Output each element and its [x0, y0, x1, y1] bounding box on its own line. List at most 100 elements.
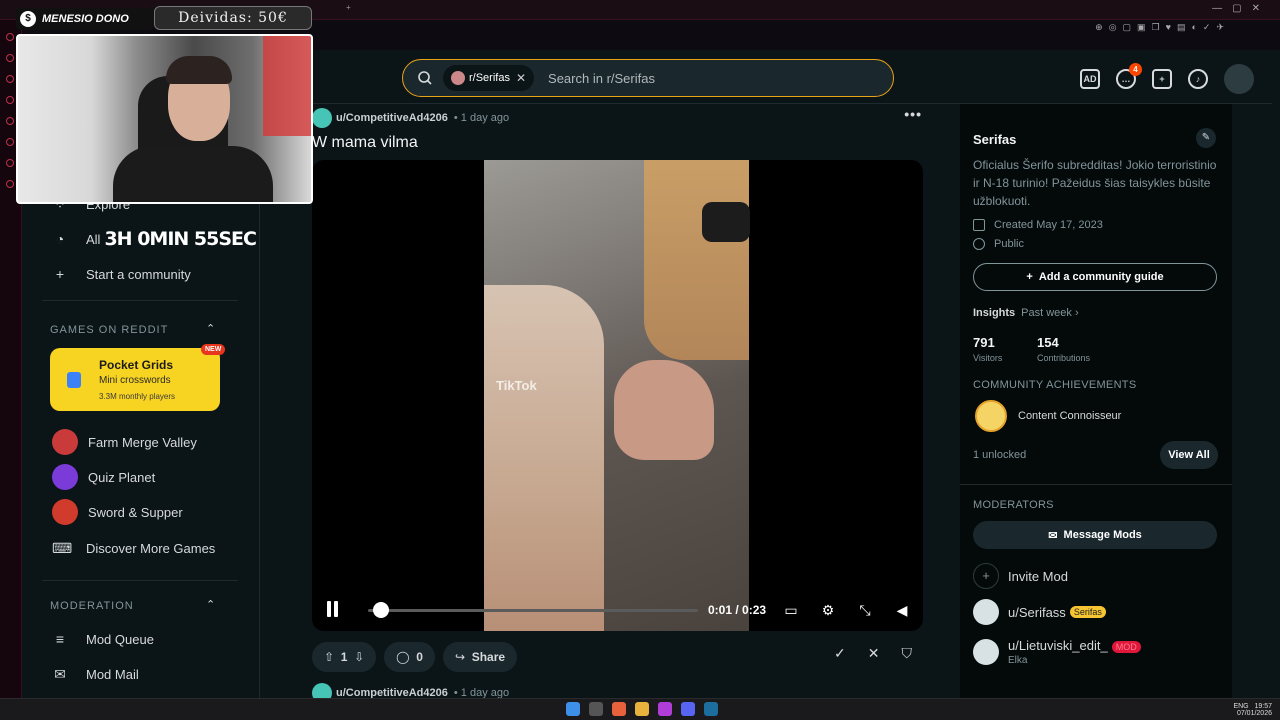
browser-icon[interactable] — [612, 702, 626, 716]
share-icon: ↪ — [454, 650, 466, 664]
community-name: Serifas — [973, 132, 1017, 147]
discord-icon[interactable] — [681, 702, 695, 716]
all-label: All — [86, 231, 101, 247]
volume-icon[interactable]: ◀ — [893, 601, 911, 619]
obs-icon[interactable] — [658, 702, 672, 716]
comments-button[interactable]: ◯ 0 — [384, 642, 435, 672]
visitors-stat: 791 Visitors — [973, 335, 1002, 363]
pocket-grids-card[interactable]: Pocket Grids Mini crosswords 3.3M monthl… — [50, 344, 226, 411]
sidebar-item-start-community[interactable]: + Start a community — [52, 266, 191, 282]
moderation-heading: MODERATION — [50, 600, 134, 612]
divider — [42, 580, 238, 581]
community-filter-chip[interactable]: r/Serifas ✕ — [443, 65, 535, 91]
taskbar-apps — [566, 702, 718, 716]
video-time: 0:01 / 0:23 — [708, 603, 767, 617]
remove-icon[interactable]: ✕ — [868, 645, 880, 662]
video-player[interactable]: TikTok 0:01 / 0:23 ▭ ⚙ ⤡ ◀ — [312, 160, 923, 631]
shield-icon[interactable]: ⛉ — [902, 645, 913, 662]
approve-icon[interactable]: ✓ — [834, 645, 846, 662]
start-community-label: Start a community — [86, 266, 191, 282]
games-heading: GAMES ON REDDIT — [50, 324, 169, 336]
post-meta: u/CompetitiveAd4206 • 1 day ago — [312, 108, 509, 128]
game-item[interactable]: Quiz Planet — [52, 464, 155, 490]
downvote-icon[interactable]: ⇩ — [354, 650, 364, 664]
community-avatar — [451, 71, 465, 85]
video-content — [614, 360, 714, 460]
windows-start-icon[interactable] — [566, 702, 580, 716]
user-avatar[interactable] — [1224, 64, 1254, 94]
vote-buttons[interactable]: ⇧ 1 ⇩ — [312, 642, 377, 672]
add-community-guide-button[interactable]: + Add a community guide — [973, 263, 1217, 291]
invite-mod-label: Invite Mod — [1008, 568, 1068, 584]
created-label: Created May 17, 2023 — [994, 219, 1103, 231]
progress-track[interactable] — [368, 609, 698, 612]
sidebar-item-all[interactable]: ◔ All 3H 0MIN 55SEC — [52, 228, 257, 250]
author-avatar[interactable] — [312, 108, 332, 128]
search-bar[interactable]: r/Serifas ✕ Search in r/Serifas — [402, 59, 894, 97]
steam-icon[interactable] — [704, 702, 718, 716]
settings-gear-icon[interactable]: ⚙ — [819, 601, 837, 619]
visitors-value: 791 — [973, 335, 995, 350]
share-button[interactable]: ↪ Share — [442, 642, 518, 672]
progress-knob[interactable] — [373, 602, 390, 618]
stream-timer: 3H 0MIN 55SEC — [104, 228, 256, 250]
view-all-button[interactable]: View All — [1160, 441, 1218, 469]
mod-info: u/Lietuviski_edit_ MOD Elka — [1008, 638, 1141, 666]
sidebar-item-mod-queue[interactable]: ≡ Mod Queue — [52, 631, 154, 647]
upvote-icon[interactable]: ⇧ — [324, 650, 334, 664]
message-mods-button[interactable]: ✉ Message Mods — [973, 521, 1217, 549]
moderator-item[interactable]: u/Serifass Serifas — [973, 599, 1106, 625]
invite-mod-button[interactable]: + Invite Mod — [973, 563, 1068, 589]
video-content — [484, 285, 604, 631]
more-options-icon[interactable]: ••• — [904, 106, 922, 122]
discover-games[interactable]: ⌨ Discover More Games — [52, 540, 215, 556]
fullscreen-icon[interactable]: ⤡ — [856, 601, 874, 619]
close-icon[interactable]: ✕ — [516, 71, 526, 85]
chevron-up-icon[interactable]: ⌃ — [206, 598, 215, 611]
clock-date: 07/01/2026 — [1236, 710, 1272, 717]
search-input[interactable]: Search in r/Serifas — [548, 71, 655, 86]
game-item[interactable]: Sword & Supper — [52, 499, 183, 525]
extensions-bar[interactable]: ⊕◎▢▣❐♥▤◐✓✈ — [1095, 22, 1230, 33]
create-post-icon[interactable]: + — [1152, 69, 1172, 89]
moderator-item[interactable]: u/Lietuviski_edit_ MOD Elka — [973, 638, 1141, 666]
advertise-icon[interactable]: AD — [1080, 69, 1100, 89]
guide-label: Add a community guide — [1038, 271, 1164, 283]
notification-bell-icon[interactable]: ♪ — [1188, 69, 1208, 89]
author-link[interactable]: u/CompetitiveAd4206 — [336, 112, 448, 124]
visitors-label: Visitors — [973, 353, 1003, 363]
mod-flair: Serifas — [1069, 606, 1106, 618]
mod-flair-sub: Elka — [1008, 655, 1028, 666]
past-week-selector[interactable]: Past week › — [1021, 307, 1078, 319]
donation-banner: $ MENESIO DONO — [16, 8, 154, 30]
captions-icon[interactable]: ▭ — [782, 601, 800, 619]
chat-icon[interactable]: … 4 — [1116, 63, 1142, 89]
task-view-icon[interactable] — [589, 702, 603, 716]
visibility-label: Public — [994, 238, 1024, 250]
folder-icon[interactable] — [635, 702, 649, 716]
post-title[interactable]: W mama vilma — [312, 134, 418, 152]
mod-name: u/Serifass — [1008, 604, 1066, 620]
created-date: Created May 17, 2023 — [973, 219, 1103, 231]
tab-new-icon[interactable]: + — [340, 3, 357, 18]
tiktok-watermark: TikTok — [496, 378, 537, 393]
sword-supper-icon — [52, 499, 78, 525]
new-badge: NEW — [201, 344, 226, 355]
webcam-content — [263, 36, 311, 136]
scrollbar[interactable] — [1272, 104, 1280, 700]
edit-pencil-icon[interactable]: ✎ — [1196, 128, 1216, 148]
sidebar-item-mod-mail[interactable]: ✉ Mod Mail — [52, 666, 139, 682]
chevron-up-icon[interactable]: ⌃ — [206, 322, 215, 335]
mod-name: u/Lietuviski_edit_ — [1008, 638, 1108, 653]
quiz-planet-icon — [52, 464, 78, 490]
achievement-name[interactable]: Content Connoisseur — [1018, 410, 1121, 422]
window-controls[interactable]: —▢✕ — [1212, 3, 1270, 14]
language-indicator[interactable]: ENG — [1233, 703, 1248, 710]
mod-actions: ✓ ✕ ⛉ — [834, 645, 912, 662]
game-item[interactable]: Farm Merge Valley — [52, 429, 197, 455]
coin-icon: $ — [20, 11, 36, 27]
gamepad-icon: ⌨ — [52, 540, 73, 556]
pause-button[interactable] — [326, 601, 340, 617]
community-description: Oficialus Šerifo subredditas! Jokio terr… — [973, 158, 1217, 208]
past-week-label: Past week — [1021, 307, 1072, 319]
